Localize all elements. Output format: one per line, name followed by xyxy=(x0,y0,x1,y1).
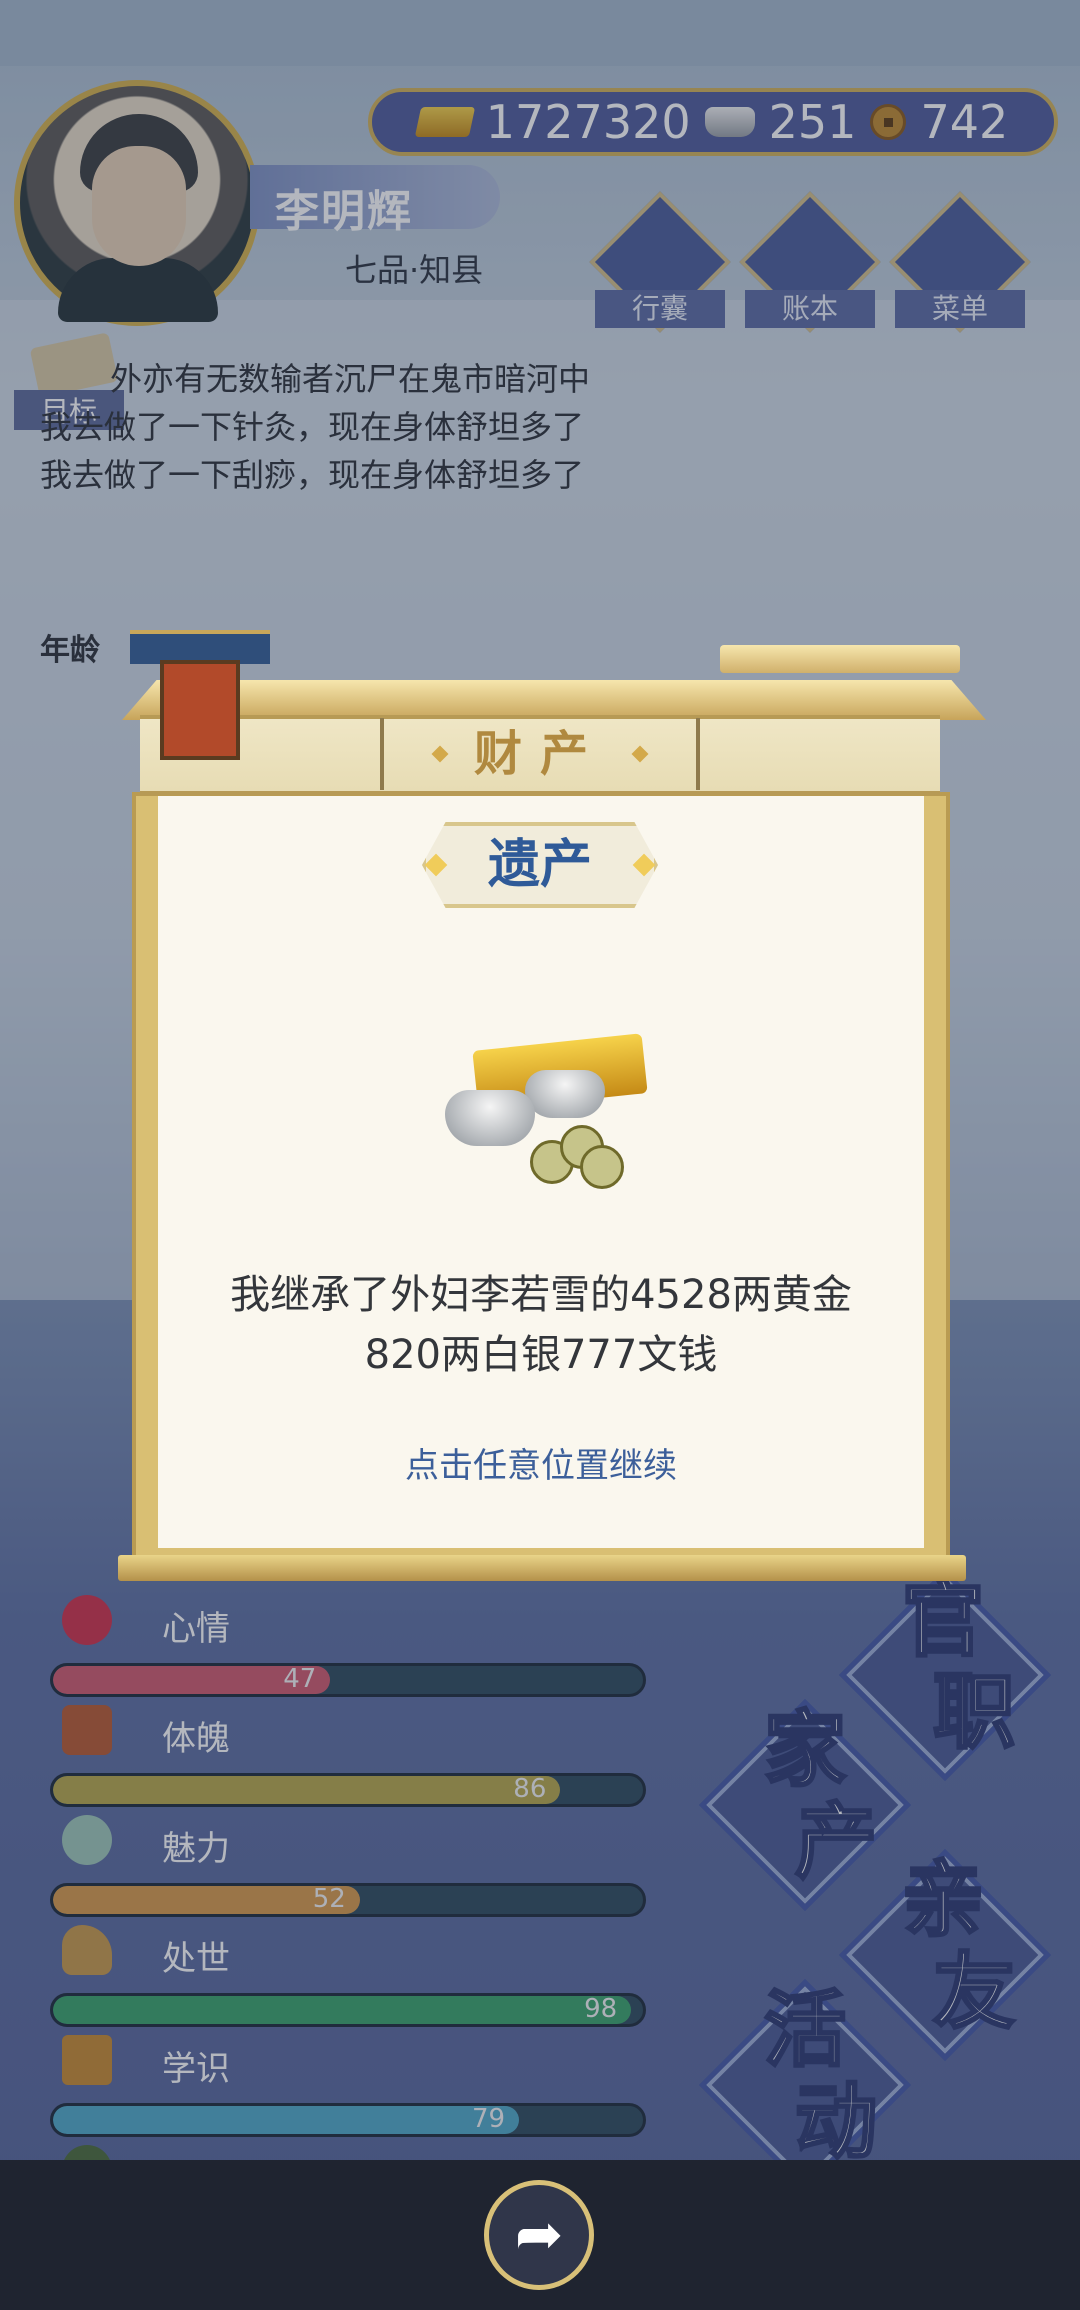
modal-roof-ornament xyxy=(720,645,960,673)
modal-title-plaque: 财产 xyxy=(380,718,700,790)
ornament-dot xyxy=(431,745,449,763)
modal-title: 财产 xyxy=(473,726,606,782)
inheritance-message: 我继承了外妇李若雪的4528两黄金 820两白银777文钱 xyxy=(158,1265,924,1385)
copper-coin xyxy=(580,1145,624,1189)
continue-hint[interactable]: 点击任意位置继续 xyxy=(158,1438,924,1487)
badge-label: 遗产 xyxy=(487,835,592,895)
share-arrow-icon[interactable]: ➦ xyxy=(484,2180,594,2290)
gate-icon xyxy=(130,630,270,770)
gate-door xyxy=(160,660,240,760)
gate-roof xyxy=(130,630,270,664)
silver-ingot xyxy=(525,1070,605,1118)
ornament-dot xyxy=(631,745,649,763)
message-line: 我继承了外妇李若雪的4528两黄金 xyxy=(230,1272,852,1318)
silver-ingot xyxy=(445,1090,535,1146)
modal-footer-bar xyxy=(118,1555,966,1581)
message-line: 820两白银777文钱 xyxy=(364,1332,718,1378)
inheritance-badge: 遗产 xyxy=(422,822,658,908)
treasure-icon xyxy=(435,1030,655,1190)
